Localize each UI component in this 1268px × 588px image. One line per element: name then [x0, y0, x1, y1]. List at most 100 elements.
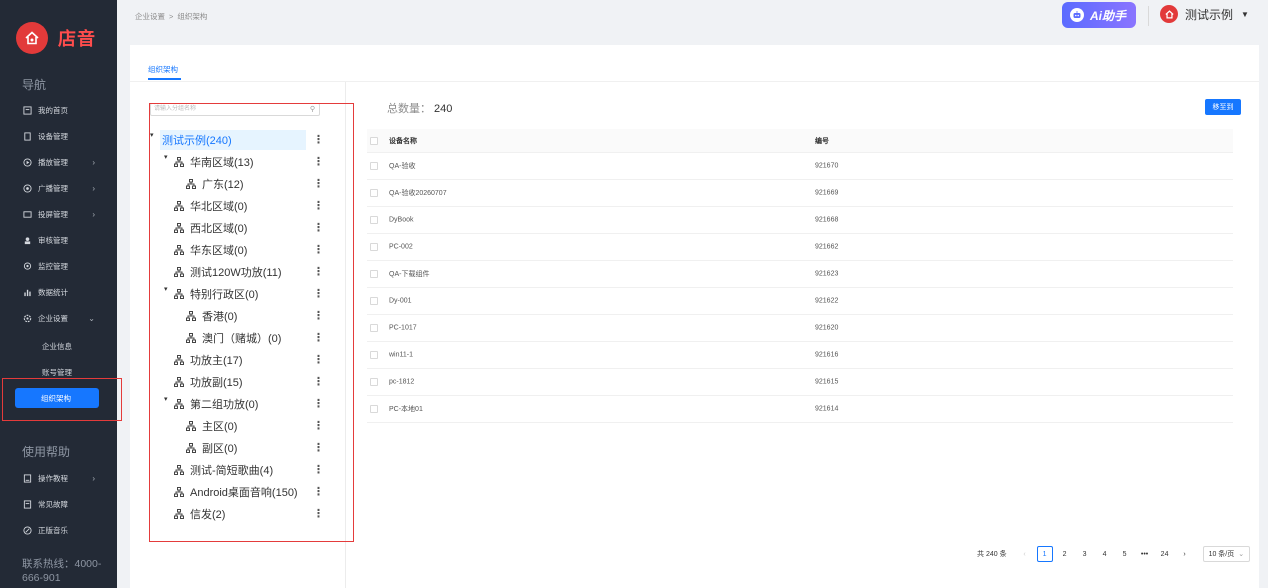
table-row[interactable]: pc-1812 921615	[367, 369, 1233, 396]
chevron-down-icon: ⌄	[1238, 551, 1245, 558]
sidebar-item-screen[interactable]: 投屏管理 ›	[23, 203, 117, 225]
tab-divider	[130, 81, 1259, 82]
row-checkbox[interactable]	[370, 216, 378, 224]
sidebar-item-label: 播放管理	[38, 157, 68, 167]
table-row[interactable]: PC-1017 921620	[367, 315, 1233, 342]
row-checkbox[interactable]	[370, 243, 378, 251]
tab-underline	[148, 78, 181, 80]
device-id-cell: 921614	[815, 405, 839, 413]
table-header: 设备名称 编号	[367, 129, 1233, 153]
page-number[interactable]: 3	[1077, 546, 1093, 562]
table-row[interactable]: win11-1 921616	[367, 342, 1233, 369]
sidebar-item-label: 投屏管理	[38, 209, 68, 219]
sidebar-item-label: 设备管理	[38, 131, 68, 141]
page-number[interactable]: 5	[1117, 546, 1133, 562]
sidebar-subitem-company-info[interactable]: 企业信息	[42, 341, 72, 352]
table-row[interactable]: PC-002 921662	[367, 234, 1233, 261]
audit-icon	[23, 236, 32, 245]
device-name-cell: PC-1017	[389, 324, 417, 332]
page-number[interactable]: 2	[1057, 546, 1073, 562]
nav-section-title: 导航	[22, 78, 47, 92]
row-checkbox[interactable]	[370, 351, 378, 359]
column-header: 设备名称	[389, 137, 417, 145]
sidebar-item-label: 我的首页	[38, 105, 68, 115]
device-name-cell: QA-验收	[389, 163, 416, 170]
device-id-cell: 921620	[815, 324, 839, 332]
page-number[interactable]: •••	[1137, 546, 1153, 562]
breadcrumb-item[interactable]: 企业设置	[135, 12, 165, 21]
table-row[interactable]: DyBook 921668	[367, 207, 1233, 234]
music-icon	[23, 525, 32, 535]
chevron-icon: ⌄	[88, 313, 95, 323]
sidebar-item-broadcast[interactable]: 广播管理 ›	[23, 177, 117, 199]
sidebar-help-music[interactable]: 正版音乐	[23, 519, 117, 541]
device-name-cell: PC-本地01	[389, 406, 423, 413]
sidebar-item-label: 企业设置	[38, 313, 68, 323]
row-checkbox[interactable]	[370, 378, 378, 386]
robot-icon	[1070, 8, 1084, 22]
sidebar-item-label: 常见故障	[38, 499, 68, 509]
sidebar-item-label: 操作教程	[38, 473, 68, 483]
brand: 店音	[16, 22, 96, 54]
sidebar-item-chart[interactable]: 数据统计	[23, 281, 117, 303]
user-name: 测试示例	[1185, 7, 1234, 22]
select-all-checkbox[interactable]	[370, 136, 378, 145]
gear-icon	[23, 314, 32, 323]
row-checkbox[interactable]	[370, 324, 378, 332]
move-to-button[interactable]: 移至到	[1205, 99, 1241, 115]
table-row[interactable]: QA-下载组件 921623	[367, 261, 1233, 288]
table-row[interactable]: QA-验收 921670	[367, 153, 1233, 180]
ai-assistant-button[interactable]: Ai助手	[1062, 2, 1136, 28]
sidebar-item-gear[interactable]: 企业设置 ⌄	[23, 307, 117, 329]
device-id-cell: 921662	[815, 243, 839, 251]
user-menu[interactable]: 测试示例 ▼	[1160, 5, 1249, 23]
header-divider	[1148, 6, 1149, 26]
chevron-icon: ›	[92, 183, 95, 193]
prev-page-icon[interactable]: ‹	[1017, 546, 1033, 562]
row-checkbox[interactable]	[370, 162, 378, 170]
tab-org-structure[interactable]: 组织架构	[148, 64, 178, 75]
device-name-cell: QA-验收20260707	[389, 190, 447, 197]
page-number[interactable]: 4	[1097, 546, 1113, 562]
sidebar-item-monitor[interactable]: 监控管理	[23, 255, 117, 277]
top-bar: 企业设置 > 组织架构 Ai助手 测试示例 ▼	[117, 0, 1268, 32]
table-row[interactable]: Dy-001 921622	[367, 288, 1233, 315]
table-row[interactable]: PC-本地01 921614	[367, 396, 1233, 423]
device-id-cell: 921622	[815, 297, 839, 305]
sidebar-item-label: 广播管理	[38, 183, 68, 193]
sidebar-help-fault[interactable]: 常见故障	[23, 493, 117, 515]
device-name-cell: pc-1812	[389, 378, 415, 386]
play-icon	[23, 157, 32, 167]
chevron-icon: ›	[92, 157, 95, 167]
row-checkbox[interactable]	[370, 189, 378, 197]
sidebar-item-play[interactable]: 播放管理 ›	[23, 151, 117, 173]
device-id-cell: 921670	[815, 162, 839, 170]
breadcrumb: 企业设置 > 组织架构	[135, 12, 208, 21]
sidebar-help-tutorial[interactable]: 操作教程 ›	[23, 467, 117, 489]
page-number[interactable]: 1	[1036, 546, 1053, 562]
page-size-select[interactable]: 10 条/页 ⌄	[1202, 546, 1251, 562]
avatar	[1160, 5, 1178, 23]
tutorial-icon	[23, 473, 32, 483]
pagination-total: 共 240 条	[977, 551, 1007, 558]
device-name-cell: Dy-001	[389, 297, 412, 305]
device-name-cell: QA-下载组件	[389, 271, 430, 278]
sidebar-item-audit[interactable]: 审核管理	[23, 229, 117, 251]
sidebar-item-label: 正版音乐	[38, 525, 68, 535]
caret-down-icon: ▼	[1241, 9, 1249, 19]
next-page-icon[interactable]: ›	[1177, 546, 1193, 562]
logo-house-icon	[16, 22, 48, 54]
broadcast-icon	[23, 183, 32, 193]
row-checkbox[interactable]	[370, 405, 378, 413]
sidebar-item-device[interactable]: 设备管理	[23, 125, 117, 147]
row-checkbox[interactable]	[370, 270, 378, 278]
help-section-title: 使用帮助	[22, 445, 71, 459]
total-value: 240	[434, 103, 453, 115]
sidebar-item-label: 监控管理	[38, 261, 68, 271]
page-number[interactable]: 24	[1157, 546, 1173, 562]
chevron-icon: ›	[92, 473, 95, 483]
sidebar-item-home[interactable]: 我的首页	[23, 99, 117, 121]
row-checkbox[interactable]	[370, 297, 378, 305]
sidebar-subitem-accounts[interactable]: 账号管理	[42, 367, 72, 378]
table-row[interactable]: QA-验收20260707 921669	[367, 180, 1233, 207]
